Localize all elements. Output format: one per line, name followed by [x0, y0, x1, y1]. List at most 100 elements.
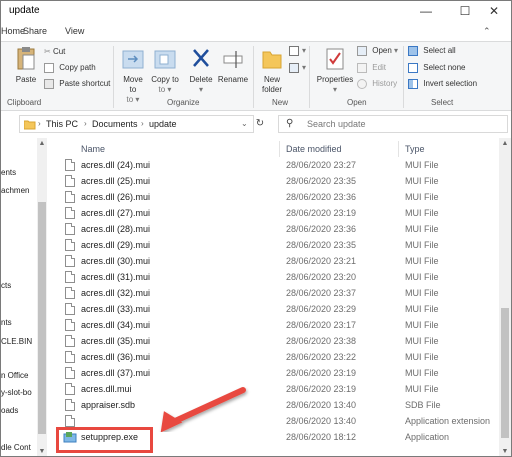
table-row[interactable]: acres.dll (26).mui 28/06/2020 23:36 MUI Fi…	[53, 189, 499, 205]
file-icon	[65, 399, 75, 411]
invert-selection-button[interactable]: Invert selection	[408, 79, 477, 89]
tab-share[interactable]: Share	[23, 26, 47, 36]
move-to-label: Move to	[123, 75, 143, 94]
select-all-button[interactable]: Select all	[408, 46, 456, 56]
table-row[interactable]: acres.dll (34).mui 28/06/2020 23:17 MUI Fi…	[53, 317, 499, 333]
easy-access-icon	[289, 63, 299, 73]
column-divider[interactable]	[398, 141, 399, 157]
nav-item[interactable]: ents	[1, 168, 16, 177]
paste-button[interactable]: Paste	[13, 46, 39, 85]
breadcrumb[interactable]: › This PC › Documents › update ⌄	[19, 115, 254, 133]
table-row[interactable]: acres.dll (31).mui 28/06/2020 23:20 MUI Fi…	[53, 269, 499, 285]
paste-shortcut-button[interactable]: Paste shortcut	[44, 79, 110, 89]
edit-button[interactable]: Edit	[357, 63, 386, 73]
file-icon	[65, 383, 75, 395]
scroll-up-icon[interactable]: ▲	[499, 140, 511, 147]
scissors-icon: ✂	[44, 47, 51, 56]
file-icon	[65, 367, 75, 379]
search-icon: ⚲	[286, 118, 294, 129]
open-button[interactable]: Open ▾	[357, 46, 398, 56]
edit-icon	[357, 63, 367, 73]
paste-shortcut-icon	[44, 79, 54, 89]
table-row[interactable]: acres.dll (35).mui 28/06/2020 23:38 MUI Fi…	[53, 333, 499, 349]
table-row[interactable]: acres.dll (33).mui 28/06/2020 23:29 MUI Fi…	[53, 301, 499, 317]
tab-home[interactable]: Home	[1, 26, 25, 36]
table-row[interactable]: acres.dll (29).mui 28/06/2020 23:35 MUI Fi…	[53, 237, 499, 253]
table-row[interactable]: acres.dll (32).mui 28/06/2020 23:37 MUI Fi…	[53, 285, 499, 301]
file-icon	[65, 191, 75, 203]
minimize-button[interactable]: —	[409, 1, 443, 21]
ribbon: Paste ✂ Cut Copy path Paste shortcut Cli…	[1, 41, 511, 111]
delete-button[interactable]: Delete ▾	[187, 46, 215, 95]
select-all-icon	[408, 46, 418, 56]
organize-group-label: Organize	[167, 98, 200, 107]
delete-label: Delete	[189, 75, 213, 84]
refresh-icon[interactable]: ↻	[251, 115, 269, 133]
nav-item[interactable]: cts	[1, 281, 11, 290]
collapse-ribbon-icon[interactable]: ⌃	[483, 26, 491, 37]
nav-item[interactable]: achmen	[1, 186, 29, 195]
file-date: 28/06/2020 23:35	[286, 240, 357, 250]
scroll-down-icon[interactable]: ▼	[37, 448, 47, 455]
cut-button[interactable]: ✂ Cut	[44, 47, 65, 56]
search-input[interactable]: ⚲ Search update	[278, 115, 508, 133]
file-type: MUI File	[405, 272, 439, 282]
nav-item[interactable]: n Office	[1, 371, 28, 380]
column-header-date[interactable]: Date modified	[286, 144, 342, 154]
column-header-type[interactable]: Type	[405, 144, 425, 154]
crumb-documents[interactable]: Documents	[92, 119, 138, 129]
ribbon-separator	[309, 46, 310, 108]
properties-button[interactable]: Properties ▾	[315, 46, 355, 95]
history-button[interactable]: History	[357, 79, 397, 89]
scroll-down-icon[interactable]: ▼	[499, 448, 511, 455]
copy-path-button[interactable]: Copy path	[44, 63, 96, 73]
move-to-button[interactable]: Move to to ▾	[119, 46, 147, 105]
file-name: acres.dll (36).mui	[81, 352, 151, 362]
new-item-button[interactable]: ▾	[289, 46, 306, 56]
close-button[interactable]: ✕	[477, 1, 511, 21]
table-row[interactable]: acres.dll (36).mui 28/06/2020 23:22 MUI Fi…	[53, 349, 499, 365]
file-name: acres.dll.mui	[81, 384, 132, 394]
ribbon-tabs: Home Share View ⌃ ?	[1, 21, 511, 58]
table-row[interactable]: acres.dll (24).mui 28/06/2020 23:27 MUI Fi…	[53, 157, 499, 173]
crumb-this-pc[interactable]: This PC	[46, 119, 78, 129]
rename-button[interactable]: Rename	[217, 46, 249, 85]
select-none-button[interactable]: Select none	[408, 63, 466, 73]
column-header-name[interactable]: Name	[81, 144, 105, 154]
table-row[interactable]: acres.dll (37).mui 28/06/2020 23:19 MUI Fi…	[53, 365, 499, 381]
file-type: MUI File	[405, 176, 439, 186]
scroll-up-icon[interactable]: ▲	[37, 140, 47, 147]
table-row[interactable]: acres.dll (27).mui 28/06/2020 23:19 MUI Fi…	[53, 205, 499, 221]
file-type: MUI File	[405, 320, 439, 330]
table-row[interactable]: acres.dll.mui 28/06/2020 23:19 MUI File	[53, 381, 499, 397]
file-icon	[65, 159, 75, 171]
crumb-update[interactable]: update	[149, 119, 177, 129]
table-row[interactable]: acres.dll (25).mui 28/06/2020 23:35 MUI Fi…	[53, 173, 499, 189]
nav-item[interactable]: y-slot-bo	[1, 388, 32, 397]
copy-to-label: Copy to	[151, 75, 179, 84]
nav-scroll-thumb[interactable]	[38, 202, 46, 434]
file-type: MUI File	[405, 368, 439, 378]
table-row[interactable]: appraiser.sdb 28/06/2020 13:40 SDB File	[53, 397, 499, 413]
file-date: 28/06/2020 18:12	[286, 432, 357, 442]
tab-view[interactable]: View	[65, 26, 84, 36]
move-to-folder-icon	[122, 50, 144, 69]
nav-item[interactable]: dle Cont	[1, 443, 31, 452]
nav-item[interactable]: oads	[1, 406, 18, 415]
nav-item[interactable]: CLE.BIN	[1, 337, 32, 346]
file-name: acres.dll (35).mui	[81, 336, 151, 346]
table-row[interactable]: acres.dll (28).mui 28/06/2020 23:36 MUI Fi…	[53, 221, 499, 237]
column-divider[interactable]	[279, 141, 280, 157]
new-folder-button[interactable]: New folder	[257, 46, 287, 95]
file-list-scroll-thumb[interactable]	[501, 308, 509, 438]
chevron-down-icon[interactable]: ⌄	[241, 119, 248, 128]
copy-to-button[interactable]: Copy to to ▾	[151, 46, 179, 95]
file-type: MUI File	[405, 160, 439, 170]
nav-item[interactable]: nts	[1, 318, 12, 327]
edit-label: Edit	[372, 63, 387, 73]
file-date: 28/06/2020 13:40	[286, 416, 357, 426]
file-icon	[65, 207, 75, 219]
easy-access-button[interactable]: ▾	[289, 63, 306, 73]
file-name: acres.dll (30).mui	[81, 256, 151, 266]
table-row[interactable]: acres.dll (30).mui 28/06/2020 23:21 MUI Fi…	[53, 253, 499, 269]
